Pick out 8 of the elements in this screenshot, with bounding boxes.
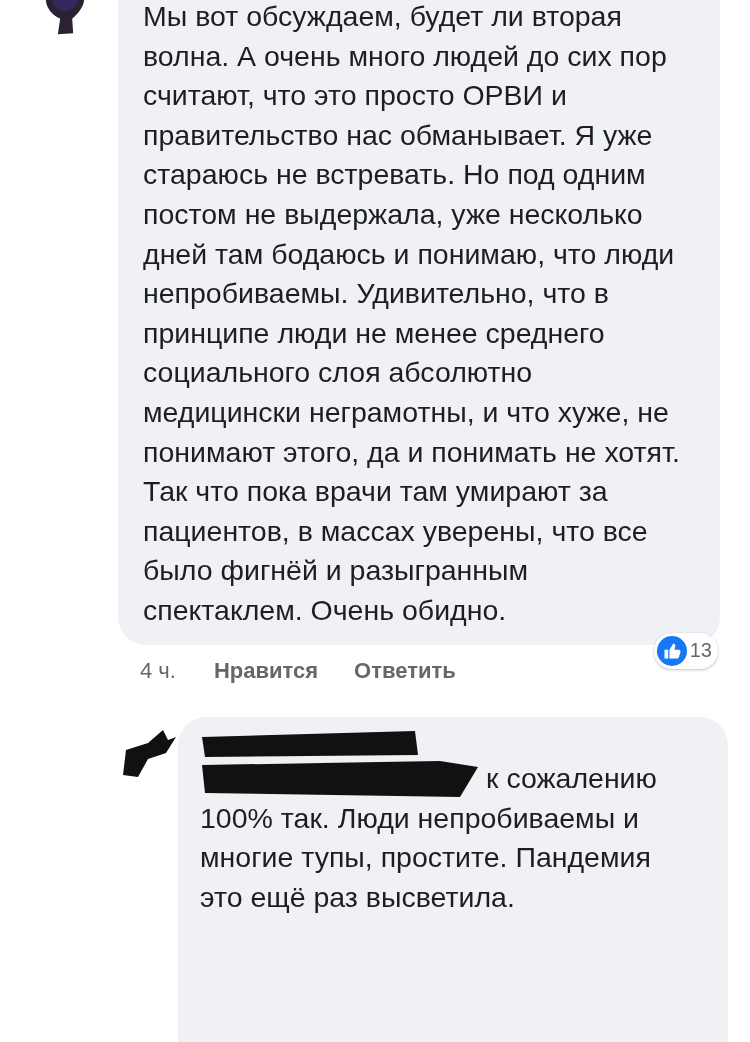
comment-text: Мы вот обсуждаем, будет ли вторая волна. А очень много людей до сих пор считают, что это просто ОРВИ и правительство нас обманывает. Я уже стараюсь не встревать. Но под одним постом не выдержала, уже несколько дней там бодаюсь и понимаю, что люди непробиваемы. Удивительно, что в принципе люди не менее среднего социального слоя абсолютно медицински неграмотны, и что хуже, не понимают этого, да и понимать не хотят. Так что пока врачи там умирают за пациентов, в массах уверены, что все было фигнёй и разыгранным спектаклем. Очень обидно. xyxy=(143,0,681,628)
reply-text: к сожалению xyxy=(486,760,657,796)
action-link[interactable]: Ответить xyxy=(354,657,456,684)
thumbs-up-icon xyxy=(656,635,687,666)
reaction-badge[interactable]: 13 xyxy=(653,632,718,669)
timestamp: 4 ч. xyxy=(140,657,176,684)
reply-text: 100% так. Люди непробиваемы и многие тупы, простите. Пандемия это ещё раз высветила. xyxy=(200,800,652,915)
action-link[interactable]: Нравится xyxy=(213,657,319,684)
